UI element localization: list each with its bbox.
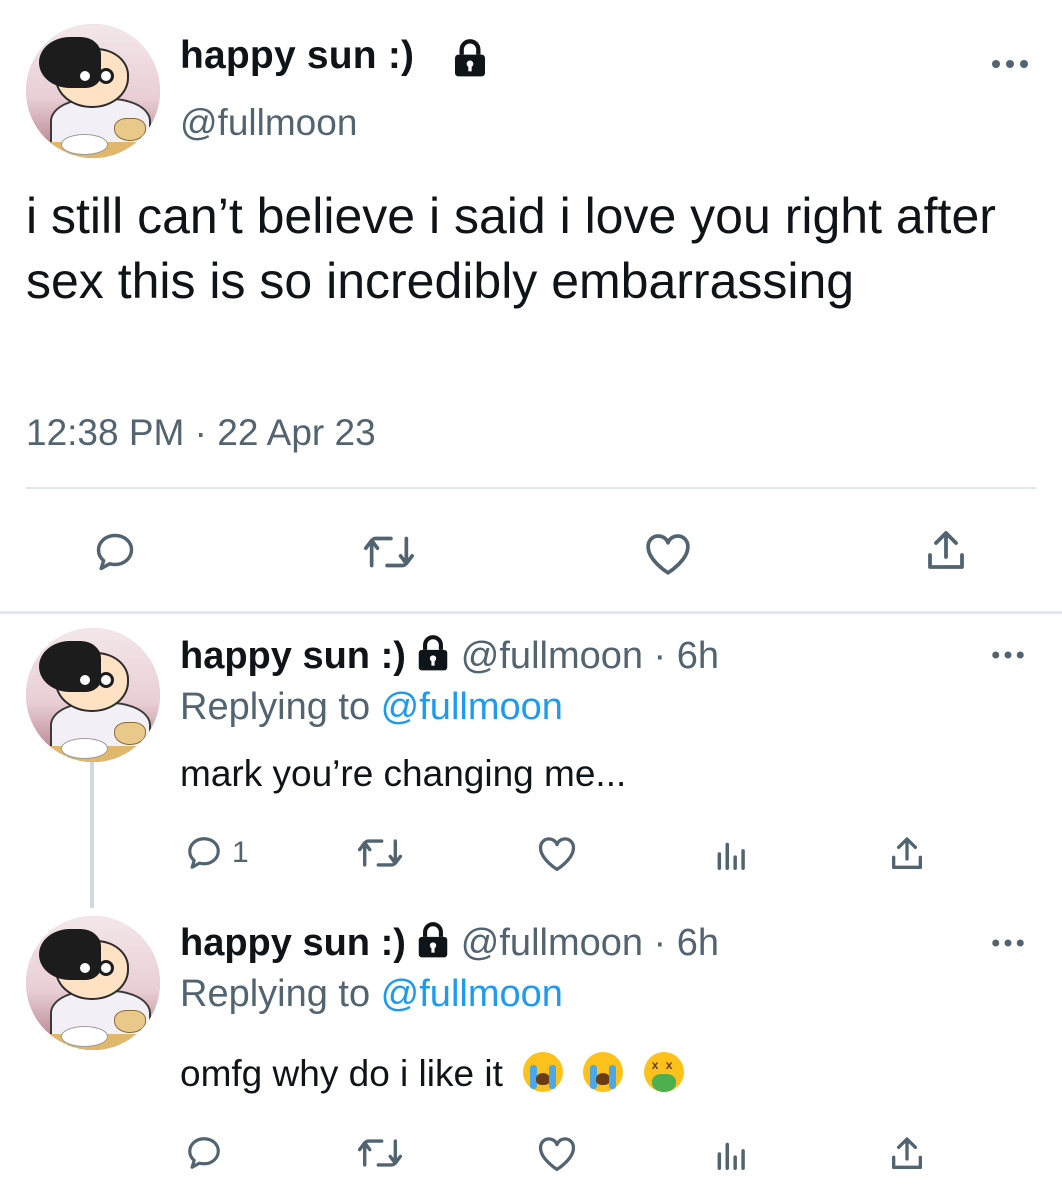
display-name[interactable]: happy sun :) <box>180 635 406 677</box>
avatar[interactable] <box>26 916 160 1050</box>
retweet-icon[interactable] <box>356 836 404 870</box>
thread-line <box>90 762 94 908</box>
retweet-icon[interactable] <box>356 1136 404 1170</box>
display-name[interactable]: happy sun :) <box>180 922 406 964</box>
analytics-icon[interactable] <box>713 1138 751 1170</box>
divider <box>0 611 1062 614</box>
reply-text: omfg why do i like it <box>180 1053 503 1094</box>
more-icon[interactable] <box>990 936 1026 950</box>
loudly-crying-face-icon <box>583 1052 624 1092</box>
lock-icon <box>419 922 448 958</box>
reply-icon[interactable] <box>184 834 224 872</box>
replying-to-link[interactable]: @fullmoon <box>381 973 563 1015</box>
more-icon[interactable] <box>990 56 1030 72</box>
avatar[interactable] <box>26 628 160 762</box>
replying-to-link[interactable]: @fullmoon <box>381 686 563 728</box>
lock-icon <box>455 39 485 77</box>
retweet-icon[interactable] <box>362 532 416 572</box>
reply-header: happy sun :) @fullmoon · 6h <box>180 634 719 678</box>
like-icon[interactable] <box>536 1134 578 1172</box>
share-icon[interactable] <box>887 1134 927 1174</box>
reply-text-row: omfg why do i like it xx <box>180 1052 684 1095</box>
handle[interactable]: @fullmoon <box>180 102 357 144</box>
avatar[interactable] <box>26 24 160 158</box>
reply-text: mark you’re changing me... <box>180 753 627 794</box>
analytics-icon[interactable] <box>713 838 751 870</box>
reply-icon[interactable] <box>184 1134 224 1172</box>
like-icon[interactable] <box>536 834 578 872</box>
more-icon[interactable] <box>990 648 1026 662</box>
display-name[interactable]: happy sun :) <box>180 34 414 78</box>
timestamp[interactable]: 12:38 PM · 22 Apr 23 <box>26 412 376 454</box>
reply-icon[interactable] <box>92 530 138 574</box>
reply-header: happy sun :) @fullmoon · 6h <box>180 921 719 965</box>
handle-time[interactable]: @fullmoon · 6h <box>461 635 719 677</box>
lock-icon <box>419 635 448 671</box>
tweet-text: i still can’t believe i said i love you … <box>26 188 996 309</box>
nauseated-face-icon: xx <box>643 1052 684 1092</box>
share-icon[interactable] <box>922 527 970 575</box>
reply-count: 1 <box>232 836 249 869</box>
replying-to: Replying to @fullmoon <box>180 686 563 728</box>
like-icon[interactable] <box>643 530 693 576</box>
loudly-crying-face-icon <box>523 1052 564 1092</box>
share-icon[interactable] <box>887 834 927 874</box>
handle-time[interactable]: @fullmoon · 6h <box>461 922 719 964</box>
divider <box>26 487 1036 489</box>
replying-to: Replying to @fullmoon <box>180 973 563 1015</box>
